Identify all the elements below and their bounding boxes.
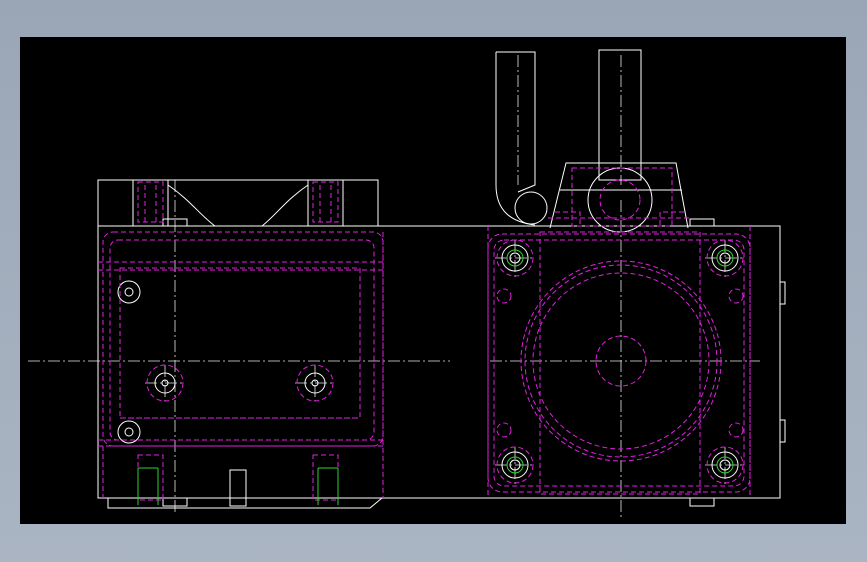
center-lines [28,55,760,520]
cad-viewport[interactable]: .o { fill: none; stroke-width: 1; } .h {… [20,37,846,524]
thread-geometry [137,249,734,505]
hidden-geometry [98,167,751,501]
outline-geometry [97,49,786,509]
cad-drawing: .o { fill: none; stroke-width: 1; } .h {… [28,49,786,520]
